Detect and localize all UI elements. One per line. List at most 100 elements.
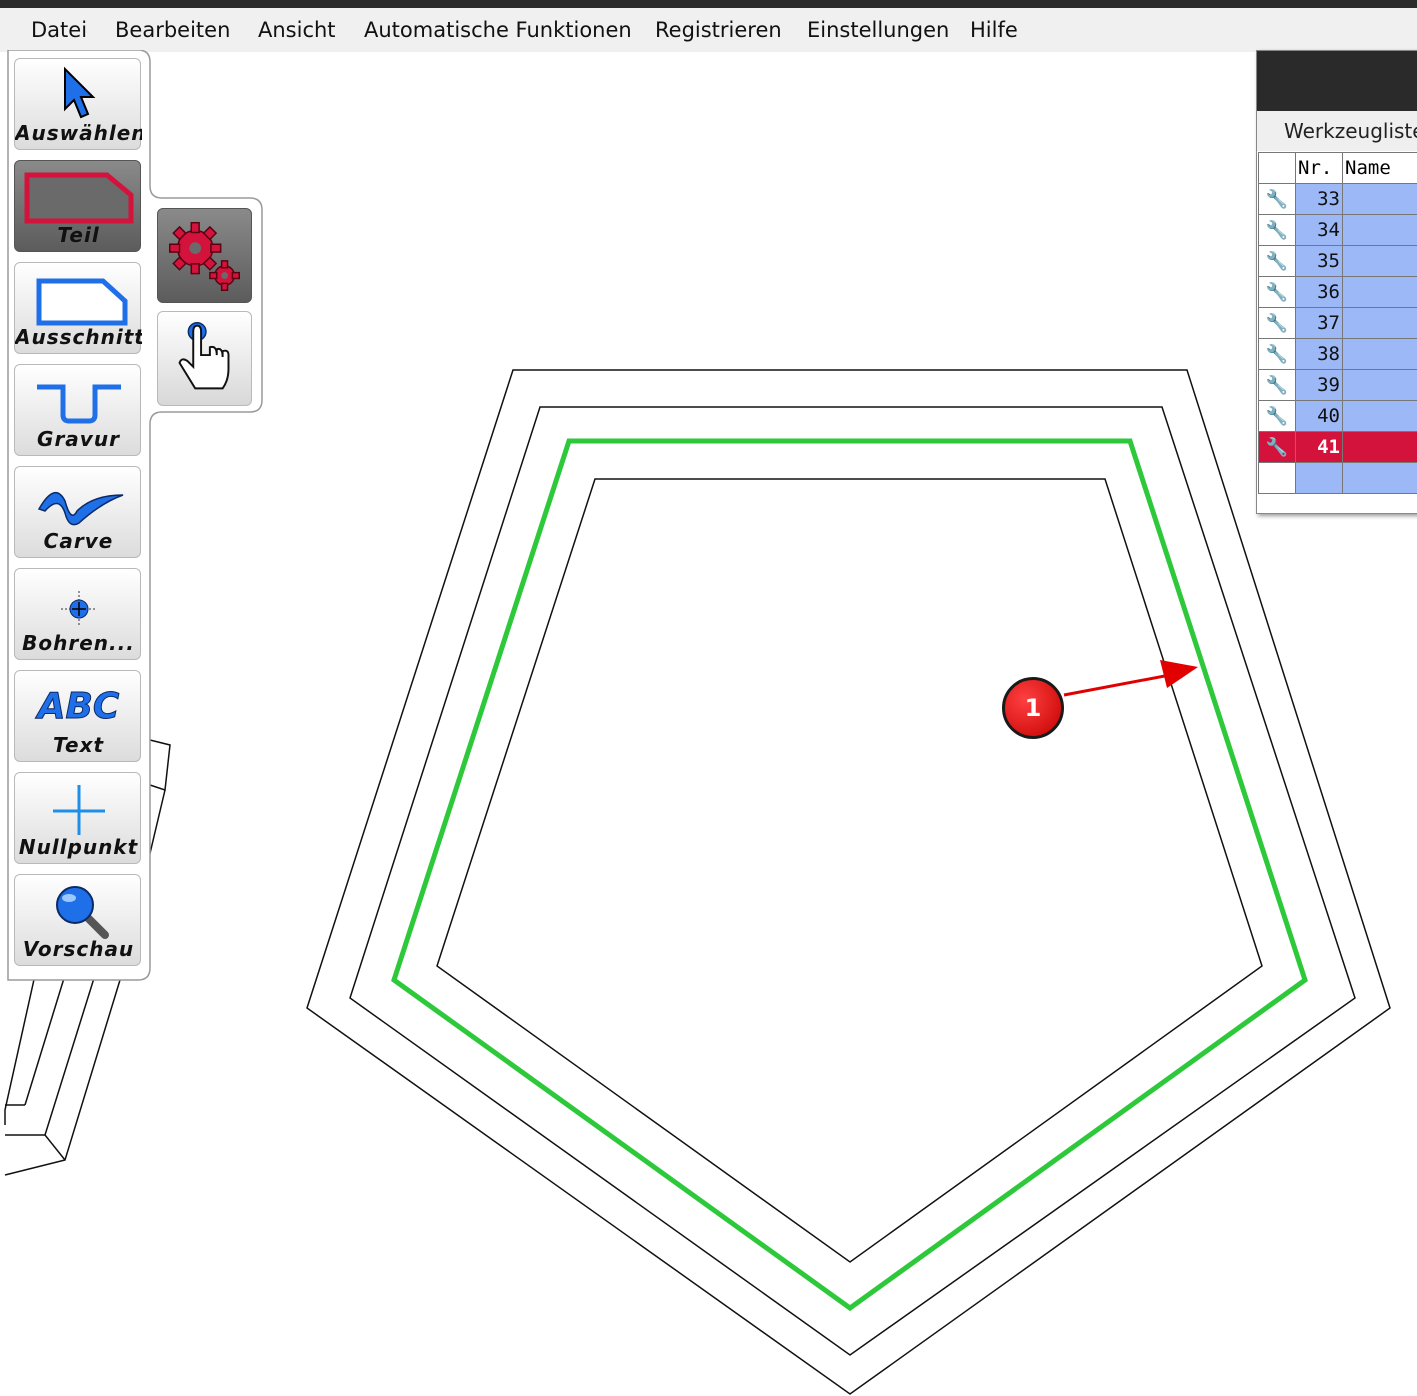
drill-target-icon: [61, 591, 97, 627]
menu-bearbeiten[interactable]: Bearbeiten: [115, 18, 230, 42]
menu-ansicht[interactable]: Ansicht: [258, 18, 336, 42]
column-header-nr[interactable]: Nr.: [1295, 152, 1343, 184]
tool-number-cell[interactable]: 38: [1295, 338, 1343, 370]
tool-label: Bohren...: [22, 631, 135, 655]
offset-contour[interactable]: [349, 406, 1356, 1356]
tool-number-cell[interactable]: [1295, 462, 1343, 494]
tool-name-cell[interactable]: [1342, 307, 1417, 339]
abc-text-icon: ABC: [37, 686, 120, 728]
tool-name-cell[interactable]: [1342, 214, 1417, 246]
tool-auswaehlen[interactable]: Auswählen: [14, 58, 142, 150]
tool-icon-cell: 🔧: [1258, 276, 1296, 308]
column-header-name[interactable]: Name: [1342, 152, 1417, 184]
tool-name-cell[interactable]: [1342, 462, 1417, 494]
wrench-icon: 🔧: [1265, 406, 1289, 427]
tool-carve[interactable]: Carve: [14, 466, 141, 558]
tool-number-cell[interactable]: 37: [1295, 307, 1343, 339]
wrench-icon: 🔧: [1265, 220, 1289, 241]
tool-icon-cell: 🔧: [1258, 338, 1296, 370]
carve-wave-icon: [37, 492, 124, 526]
tool-name-cell[interactable]: [1342, 276, 1417, 308]
magnifier-icon: [56, 886, 109, 939]
table-row[interactable]: 🔧 41: [1258, 431, 1417, 463]
hand-pointer-icon: [178, 322, 230, 390]
engrave-groove-icon: [37, 384, 121, 424]
wrench-icon: 🔧: [1265, 282, 1289, 303]
tool-icon-cell: 🔧: [1258, 400, 1296, 432]
pocket-outline-icon: [36, 278, 128, 326]
panel-title-bar[interactable]: [1257, 51, 1417, 111]
tool-number-cell[interactable]: 34: [1295, 214, 1343, 246]
menu-bar: Datei Bearbeiten Ansicht Automatische Fu…: [0, 8, 1417, 52]
tool-name-cell[interactable]: [1342, 369, 1417, 401]
tool-name-cell[interactable]: [1342, 338, 1417, 370]
menu-datei[interactable]: Datei: [31, 18, 87, 42]
tool-number-cell[interactable]: 41: [1295, 431, 1343, 463]
tool-nullpunkt[interactable]: Nullpunkt: [14, 772, 141, 864]
wrench-icon: 🔧: [1265, 437, 1289, 458]
wrench-icon: 🔧: [1265, 251, 1289, 272]
part-outline-icon: [24, 172, 134, 224]
tool-name-cell[interactable]: [1342, 183, 1417, 215]
table-row[interactable]: 🔧 39: [1258, 369, 1417, 401]
tool-number-cell[interactable]: 39: [1295, 369, 1343, 401]
tool-icon-cell: 🔧: [1258, 183, 1296, 215]
wrench-icon: 🔧: [1265, 375, 1289, 396]
tool-icon-cell: [1258, 462, 1296, 494]
tool-number-cell[interactable]: 35: [1295, 245, 1343, 277]
table-header: Nr. Name: [1258, 152, 1417, 184]
subtool-gears[interactable]: [157, 208, 252, 303]
arrow-cursor-icon: [64, 66, 96, 119]
tool-label: Text: [52, 733, 105, 757]
tool-label: Ausschnitt: [15, 325, 142, 349]
tool-vorschau[interactable]: Vorschau: [14, 874, 141, 966]
column-header-icon: [1258, 152, 1296, 184]
outer-contour[interactable]: [306, 369, 1391, 1395]
tool-label: Vorschau: [22, 937, 135, 961]
panel-subtitle: Werkzeugliste: [1257, 111, 1417, 151]
tool-icon-cell: 🔧: [1258, 431, 1296, 463]
tool-icon-cell: 🔧: [1258, 307, 1296, 339]
subtool-hand[interactable]: [157, 311, 252, 406]
tool-number-cell[interactable]: 40: [1295, 400, 1343, 432]
table-row[interactable]: 🔧 35: [1258, 245, 1417, 277]
table-row[interactable]: 🔧 38: [1258, 338, 1417, 370]
tool-name-cell[interactable]: [1342, 431, 1417, 463]
part-contour[interactable]: [436, 478, 1263, 1263]
wrench-icon: 🔧: [1265, 189, 1289, 210]
tool-label: Carve: [43, 529, 114, 553]
table-row[interactable]: 🔧 37: [1258, 307, 1417, 339]
tool-gravur[interactable]: Gravur: [14, 364, 141, 456]
window-top-border: [0, 0, 1417, 8]
toolpath-contour[interactable]: [391, 438, 1308, 1312]
annotation-badge: 1: [1002, 677, 1064, 739]
tool-ausschnitt[interactable]: Ausschnitt: [14, 262, 142, 354]
tool-label: Auswählen: [15, 121, 142, 145]
table-row[interactable]: 🔧 34: [1258, 214, 1417, 246]
tool-name-cell[interactable]: [1342, 245, 1417, 277]
tool-table[interactable]: Nr. Name 🔧 33 🔧 34 🔧 35 🔧 36 🔧 37 🔧 38 🔧 39 🔧 40 🔧 41: [1258, 152, 1417, 494]
tool-text[interactable]: ABC Text: [14, 670, 141, 762]
gears-icon: [169, 221, 240, 291]
origin-cross-icon: [53, 785, 105, 835]
wrench-icon: 🔧: [1265, 313, 1289, 334]
tool-icon-cell: 🔧: [1258, 245, 1296, 277]
menu-registrieren[interactable]: Registrieren: [655, 18, 782, 42]
menu-automatische-funktionen[interactable]: Automatische Funktionen: [364, 18, 632, 42]
annotation-arrow-line: [1063, 673, 1171, 697]
table-row[interactable]: [1258, 462, 1417, 494]
menu-hilfe[interactable]: Hilfe: [970, 18, 1018, 42]
tool-label: Gravur: [37, 427, 120, 451]
tool-list-panel[interactable]: Werkzeugliste Nr. Name 🔧 33 🔧 34 🔧 35 🔧 36 🔧 37 🔧 3…: [1256, 50, 1417, 514]
tool-label: Teil: [57, 223, 100, 247]
table-row[interactable]: 🔧 33: [1258, 183, 1417, 215]
tool-number-cell[interactable]: 36: [1295, 276, 1343, 308]
tool-name-cell[interactable]: [1342, 400, 1417, 432]
tool-bohren[interactable]: Bohren...: [14, 568, 141, 660]
tool-icon-cell: 🔧: [1258, 369, 1296, 401]
tool-teil[interactable]: Teil: [14, 160, 141, 252]
table-row[interactable]: 🔧 40: [1258, 400, 1417, 432]
menu-einstellungen[interactable]: Einstellungen: [807, 18, 949, 42]
table-row[interactable]: 🔧 36: [1258, 276, 1417, 308]
tool-number-cell[interactable]: 33: [1295, 183, 1343, 215]
